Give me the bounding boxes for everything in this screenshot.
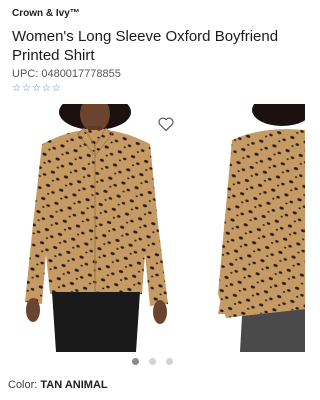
star-outline-icon: ☆ (31, 83, 41, 94)
product-image-carousel[interactable] (0, 104, 305, 352)
brand-name[interactable]: Crown & Ivy™ (12, 8, 80, 19)
color-selection: Color: TAN ANIMAL (8, 379, 108, 391)
carousel-dot-1[interactable] (132, 358, 139, 365)
heart-icon[interactable] (157, 116, 175, 132)
star-outline-icon: ☆ (41, 83, 51, 94)
color-label: Color: (8, 379, 41, 391)
product-image-back[interactable] (212, 104, 305, 352)
star-outline-icon: ☆ (21, 83, 31, 94)
carousel-dot-3[interactable] (166, 358, 173, 365)
star-outline-icon: ☆ (51, 83, 61, 94)
product-image-front[interactable] (0, 104, 200, 352)
product-upc: UPC: 0480017778855 (12, 68, 121, 80)
color-value: TAN ANIMAL (40, 379, 108, 391)
product-title: Women's Long Sleeve Oxford Boyfriend Pri… (12, 28, 279, 64)
carousel-pagination (0, 358, 305, 365)
star-outline-icon: ☆ (12, 83, 21, 94)
rating-stars[interactable]: ☆ ☆ ☆ ☆ ☆ (12, 84, 61, 94)
carousel-dot-2[interactable] (149, 358, 156, 365)
